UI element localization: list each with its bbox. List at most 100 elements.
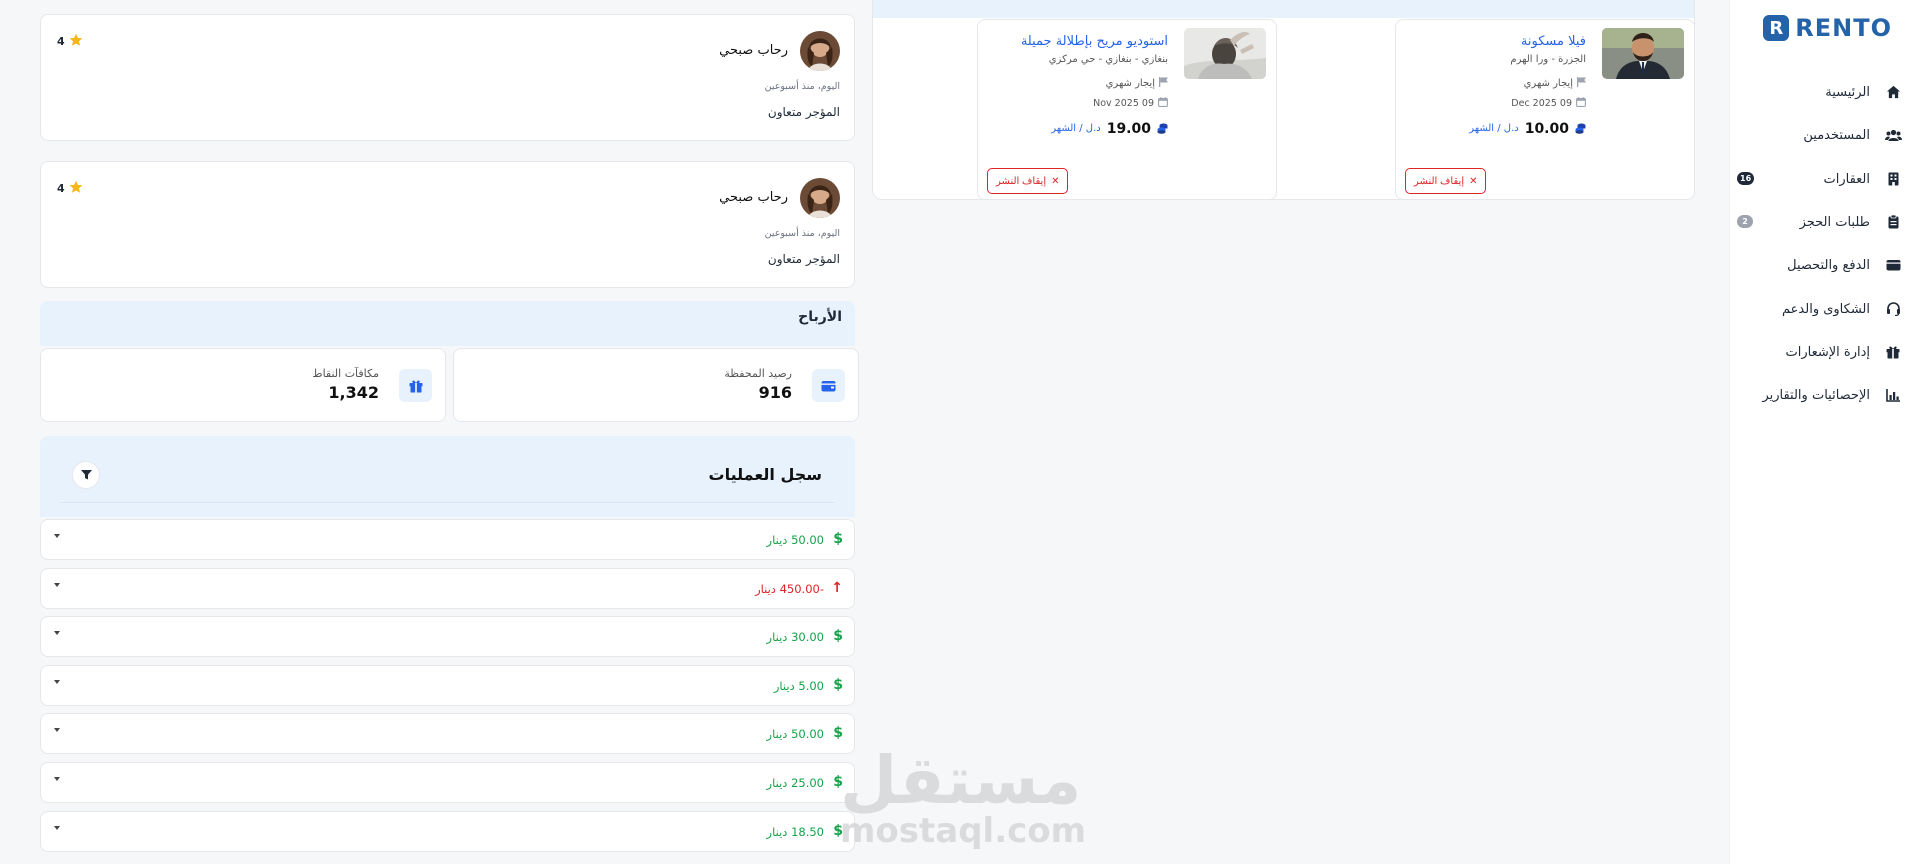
listing-title[interactable]: فيلا مسكونة	[1521, 34, 1586, 49]
headset-icon	[1884, 300, 1902, 318]
star-icon	[69, 33, 83, 50]
operation-row[interactable]: $30.00 دينار	[40, 616, 855, 658]
sidebar-item-label: إدارة الإشعارات	[1785, 344, 1870, 360]
wallet-icon	[812, 369, 845, 402]
earnings-header: الأرباح	[40, 301, 855, 346]
sidebar-item-properties[interactable]: 16 العقارات	[1729, 159, 1912, 199]
operation-amount: 50.00 دينار	[766, 727, 824, 742]
unpublish-label: إيقاف النشر	[1414, 175, 1465, 187]
listing-rent-type: إيجار شهري	[1106, 77, 1168, 90]
brand-name: RENTO	[1795, 14, 1892, 42]
chevron-down-icon[interactable]	[54, 777, 60, 781]
listing-price: 10.00 د.ل / الشهر	[1469, 119, 1586, 138]
calendar-icon	[1158, 97, 1168, 110]
brand-logo[interactable]: R RENTO	[1763, 14, 1892, 42]
operation-amount: 25.00 دينار	[766, 776, 824, 790]
sidebar-item-users[interactable]: المستخدمين	[1729, 115, 1912, 155]
wallet-balance-card: رصيد المحفظة 916	[453, 348, 859, 422]
price-unit: د.ل / الشهر	[1469, 123, 1519, 134]
unpublish-button[interactable]: ✕ إيقاف النشر	[987, 168, 1069, 194]
close-icon: ✕	[1051, 175, 1060, 187]
flag-icon	[1159, 77, 1168, 90]
watermark-arabic: مستقل	[840, 742, 1082, 819]
close-icon: ✕	[1469, 175, 1478, 187]
sidebar-item-home[interactable]: الرئيسية	[1729, 72, 1912, 112]
listing-location: الجزرة - ورا الهرم	[1510, 54, 1586, 65]
listing-thumbnail	[1184, 28, 1266, 79]
wallet-balance-value: 916	[758, 383, 792, 402]
reviewer-name: رحاب صبحي	[719, 43, 788, 58]
chart-icon	[1884, 386, 1902, 404]
sidebar-item-notifications[interactable]: إدارة الإشعارات	[1729, 332, 1912, 372]
sidebar-item-label: الدفع والتحصيل	[1787, 257, 1870, 273]
sidebar: R RENTO الرئيسية المستخدمين 16 العقارات …	[1729, 0, 1912, 864]
my-listings-panel: فيلا مسكونة الجزرة - ورا الهرم إيجار شهر…	[872, 0, 1695, 200]
gift-icon	[399, 369, 432, 402]
clipboard-icon	[1884, 213, 1902, 231]
reviewer-name: رحاب صبحي	[719, 190, 788, 205]
divider	[60, 502, 835, 503]
operation-row[interactable]: $50.00 دينار	[40, 519, 855, 560]
reward-points-card: مكافآت النقاط 1,342	[40, 348, 446, 422]
sidebar-item-label: الإحصائيات والتقارير	[1762, 387, 1870, 403]
wallet-icon	[1884, 256, 1902, 274]
sidebar-item-label: الرئيسية	[1825, 84, 1870, 100]
operation-row[interactable]: $5.00 دينار	[40, 664, 855, 706]
watermark-latin: mostaql.com	[840, 811, 1087, 851]
filter-button[interactable]	[72, 461, 100, 489]
operation-row[interactable]: ↑ -450.00 دينار	[40, 567, 855, 609]
sidebar-item-bookings[interactable]: 2 طلبات الحجز	[1729, 202, 1912, 242]
operation-amount: 50.00 دينار	[766, 533, 824, 547]
sidebar-item-label: العقارات	[1823, 171, 1870, 187]
reward-points-label: مكافآت النقاط	[312, 367, 379, 380]
review-card: رحاب صبحي اليوم، منذ أسبوعين المؤجر متعا…	[40, 161, 855, 288]
dollar-icon: $	[833, 628, 843, 645]
wallet-balance-label: رصيد المحفظة	[724, 367, 792, 380]
listing-rent-type: إيجار شهري	[1524, 77, 1586, 90]
users-icon	[1884, 126, 1902, 144]
listing-price: 19.00 د.ل / الشهر	[1051, 119, 1168, 138]
sidebar-item-reports[interactable]: الإحصائيات والتقارير	[1729, 375, 1912, 415]
listing-date: 09 Nov 2025	[1093, 97, 1168, 110]
chevron-down-icon[interactable]	[54, 534, 60, 538]
dollar-icon: $	[833, 531, 843, 547]
gift-icon	[1884, 343, 1902, 361]
price-amount: 10.00	[1524, 120, 1569, 137]
watermark: مستقل mostaql.com	[840, 742, 1087, 851]
arrow-up-icon: ↑	[831, 579, 843, 596]
listing-title[interactable]: استوديو مريح بإطلالة جميلة	[1021, 34, 1168, 49]
avatar	[800, 178, 840, 218]
listing-card[interactable]: فيلا مسكونة الجزرة - ورا الهرم إيجار شهر…	[1395, 19, 1695, 200]
logo-mark-icon: R	[1763, 15, 1790, 41]
chevron-down-icon[interactable]	[54, 825, 60, 830]
chevron-down-icon[interactable]	[54, 728, 60, 733]
listing-card[interactable]: استوديو مريح بإطلالة جميلة بنغازي - بنغا…	[977, 19, 1277, 200]
sidebar-item-label: المستخدمين	[1803, 127, 1870, 143]
sidebar-item-payments[interactable]: الدفع والتحصيل	[1729, 245, 1912, 285]
flag-icon	[1577, 77, 1586, 90]
operations-title: سجل العمليات	[708, 465, 822, 484]
unpublish-label: إيقاف النشر	[996, 175, 1047, 187]
chevron-down-icon[interactable]	[54, 631, 60, 636]
sidebar-item-label: طلبات الحجز	[1799, 214, 1870, 230]
sidebar-item-label: الشكاوى والدعم	[1782, 301, 1870, 317]
operation-amount: 5.00 دينار	[773, 678, 824, 693]
operation-row[interactable]: $50.00 دينار	[40, 713, 855, 755]
operation-row[interactable]: $25.00 دينار	[40, 762, 855, 803]
unpublish-button[interactable]: ✕ إيقاف النشر	[1405, 168, 1487, 194]
operation-row[interactable]: $18.50 دينار	[40, 810, 855, 852]
listing-thumbnail	[1602, 28, 1684, 79]
star-icon	[69, 180, 83, 197]
earnings-title: الأرباح	[798, 309, 842, 325]
date-text: 09 Nov 2025	[1093, 98, 1154, 109]
rent-type-label: إيجار شهري	[1523, 78, 1573, 89]
price-unit: د.ل / الشهر	[1051, 123, 1101, 134]
dollar-icon: $	[833, 725, 843, 742]
sidebar-item-support[interactable]: الشكاوى والدعم	[1729, 289, 1912, 329]
properties-count-badge: 16	[1737, 172, 1755, 185]
coins-icon	[1157, 119, 1168, 138]
review-time: اليوم، منذ أسبوعين	[764, 81, 840, 92]
listings-header-band	[873, 0, 1694, 18]
chevron-down-icon[interactable]	[54, 582, 60, 587]
chevron-down-icon[interactable]	[54, 679, 60, 684]
